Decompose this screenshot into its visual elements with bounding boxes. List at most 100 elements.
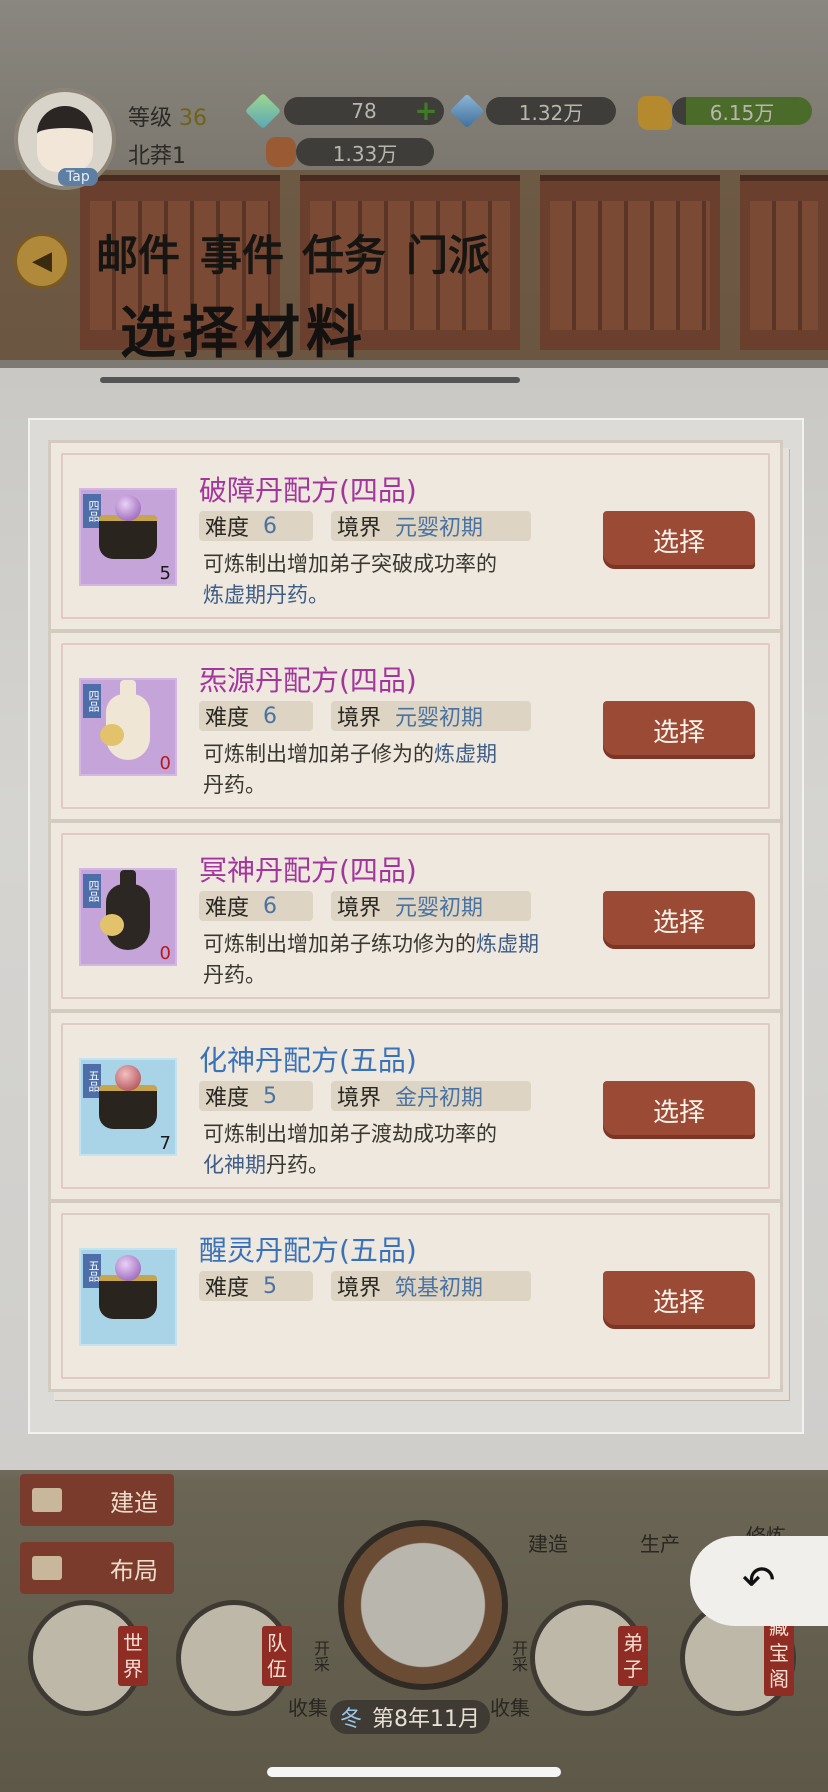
sect-name: 北莽1	[128, 144, 186, 169]
difficulty-label: 难度	[205, 896, 250, 921]
realm-value: 元婴初期	[395, 516, 484, 541]
recipe-name: 破障丹配方(四品)	[199, 474, 417, 507]
produce-small-label[interactable]: 生产	[640, 1528, 680, 1557]
realm-pill: 境界 元婴初期	[331, 511, 531, 541]
recipe-description: 可炼制出增加弟子修为的炼虚期 丹药。	[203, 739, 553, 801]
furnace-icon	[99, 495, 157, 559]
return-arrow-icon[interactable]: ↶	[690, 1536, 828, 1626]
crystal-value: 1.32万	[518, 100, 584, 125]
team-label: 队伍	[262, 1626, 292, 1686]
date-label: 第8年11月	[372, 1707, 481, 1732]
background-building	[740, 175, 828, 350]
realm-label: 境界	[337, 896, 382, 921]
home-indicator[interactable]	[267, 1767, 561, 1777]
recipe-description: 可炼制出增加弟子渡劫成功率的 化神期丹药。	[203, 1119, 553, 1181]
difficulty-value: 6	[263, 893, 278, 919]
disciple-label: 弟子	[618, 1626, 648, 1686]
recipe-card: 五品 醒灵丹配方(五品) 难度 5 境界 筑基初期 选择	[48, 1200, 783, 1392]
description-tail: 丹药。	[203, 963, 266, 987]
description-tail: 丹药。	[203, 773, 266, 797]
collect-left-label: 收集	[288, 1696, 328, 1720]
gold-resource-bar: 6.15万	[672, 97, 812, 125]
difficulty-pill: 难度 6	[199, 891, 313, 921]
recipe-item-icon: 四品 5	[79, 488, 177, 586]
item-count: 5	[159, 563, 171, 584]
nav-sect[interactable]: 门派	[406, 222, 490, 283]
difficulty-pill: 难度 5	[199, 1271, 313, 1301]
level-label: 等级	[128, 106, 173, 131]
description-highlight: 炼虚期	[476, 932, 539, 956]
difficulty-label: 难度	[205, 1276, 250, 1301]
layout-label: 布局	[110, 1556, 158, 1585]
gold-ingot-icon	[638, 96, 672, 130]
jade-value: 78	[351, 99, 377, 123]
recipe-name: 炁源丹配方(四品)	[199, 664, 417, 697]
recipe-description: 可炼制出增加弟子突破成功率的 炼虚期丹药。	[203, 549, 553, 611]
recipe-card: 四品 0 炁源丹配方(四品) 难度 6 境界 元婴初期 可炼制出增加弟子修为的炼…	[48, 630, 783, 822]
description-highlight: 炼虚期丹药。	[203, 583, 329, 607]
fist-value: 1.33万	[332, 141, 398, 166]
level-display: 等级 36	[128, 100, 207, 132]
avatar-face	[37, 106, 93, 172]
difficulty-label: 难度	[205, 516, 250, 541]
build-small-label[interactable]: 建造	[528, 1528, 568, 1557]
description-tail: 丹药。	[266, 1153, 329, 1177]
difficulty-label: 难度	[205, 706, 250, 731]
description-text: 可炼制出增加弟子修为的	[203, 742, 434, 766]
layout-icon	[32, 1556, 62, 1580]
grade-tag: 四品	[83, 684, 101, 718]
build-icon	[32, 1488, 62, 1512]
select-button[interactable]: 选择	[603, 1081, 755, 1139]
description-highlight: 炼虚期	[434, 742, 497, 766]
description-text: 可炼制出增加弟子渡劫成功率的	[203, 1122, 497, 1146]
difficulty-value: 6	[263, 703, 278, 729]
plus-icon[interactable]: +	[412, 97, 440, 125]
open-right-label: 开采	[509, 1640, 528, 1672]
recipe-item-icon: 五品	[79, 1248, 177, 1346]
fist-resource-bar: 1.33万	[296, 138, 434, 166]
game-date: 冬 第8年11月	[330, 1700, 491, 1734]
recipe-name: 醒灵丹配方(五品)	[199, 1234, 417, 1267]
select-button[interactable]: 选择	[603, 701, 755, 759]
realm-value: 元婴初期	[395, 706, 484, 731]
realm-pill: 境界 筑基初期	[331, 1271, 531, 1301]
furnace-icon	[99, 1065, 157, 1129]
tap-badge[interactable]: Tap	[58, 168, 98, 186]
fist-icon	[266, 137, 296, 167]
select-button[interactable]: 选择	[603, 511, 755, 569]
crystal-resource-bar: 1.32万	[486, 97, 616, 125]
item-count: 0	[159, 943, 171, 964]
build-label: 建造	[110, 1488, 158, 1517]
recipe-name: 化神丹配方(五品)	[199, 1044, 417, 1077]
layout-button[interactable]: 布局	[20, 1542, 174, 1594]
description-text: 可炼制出增加弟子练功修为的	[203, 932, 476, 956]
world-label: 世界	[118, 1626, 148, 1686]
grade-tag: 四品	[83, 874, 101, 908]
description-text: 可炼制出增加弟子突破成功率的	[203, 552, 497, 576]
nav-tasks[interactable]: 任务	[302, 222, 386, 283]
gold-value: 6.15万	[709, 100, 775, 125]
description-highlight: 化神期	[203, 1153, 266, 1177]
difficulty-label: 难度	[205, 1086, 250, 1111]
build-button[interactable]: 建造	[20, 1474, 174, 1526]
realm-pill: 境界 金丹初期	[331, 1081, 531, 1111]
recipe-name: 冥神丹配方(四品)	[199, 854, 417, 887]
select-button[interactable]: 选择	[603, 891, 755, 949]
season-tree-button[interactable]	[338, 1520, 508, 1690]
level-value: 36	[179, 106, 208, 131]
title-underline	[100, 377, 520, 383]
nav-mail[interactable]: 邮件	[96, 222, 180, 283]
item-count: 7	[159, 1133, 171, 1154]
recipe-card: 四品 5 破障丹配方(四品) 难度 6 境界 元婴初期 可炼制出增加弟子突破成功…	[48, 440, 783, 632]
recipe-list[interactable]: 四品 5 破障丹配方(四品) 难度 6 境界 元婴初期 可炼制出增加弟子突破成功…	[28, 418, 804, 1434]
collect-right-label: 收集	[490, 1696, 530, 1720]
nav-events[interactable]: 事件	[200, 222, 284, 283]
select-button[interactable]: 选择	[603, 1271, 755, 1329]
realm-value: 筑基初期	[395, 1276, 484, 1301]
difficulty-value: 6	[263, 513, 278, 539]
back-arrow-icon[interactable]: ◀	[14, 233, 70, 289]
recipe-card: 五品 7 化神丹配方(五品) 难度 5 境界 金丹初期 可炼制出增加弟子渡劫成功…	[48, 1010, 783, 1202]
recipe-item-icon: 四品 0	[79, 868, 177, 966]
recipe-description: 可炼制出增加弟子练功修为的炼虚期 丹药。	[203, 929, 553, 991]
realm-pill: 境界 元婴初期	[331, 701, 531, 731]
